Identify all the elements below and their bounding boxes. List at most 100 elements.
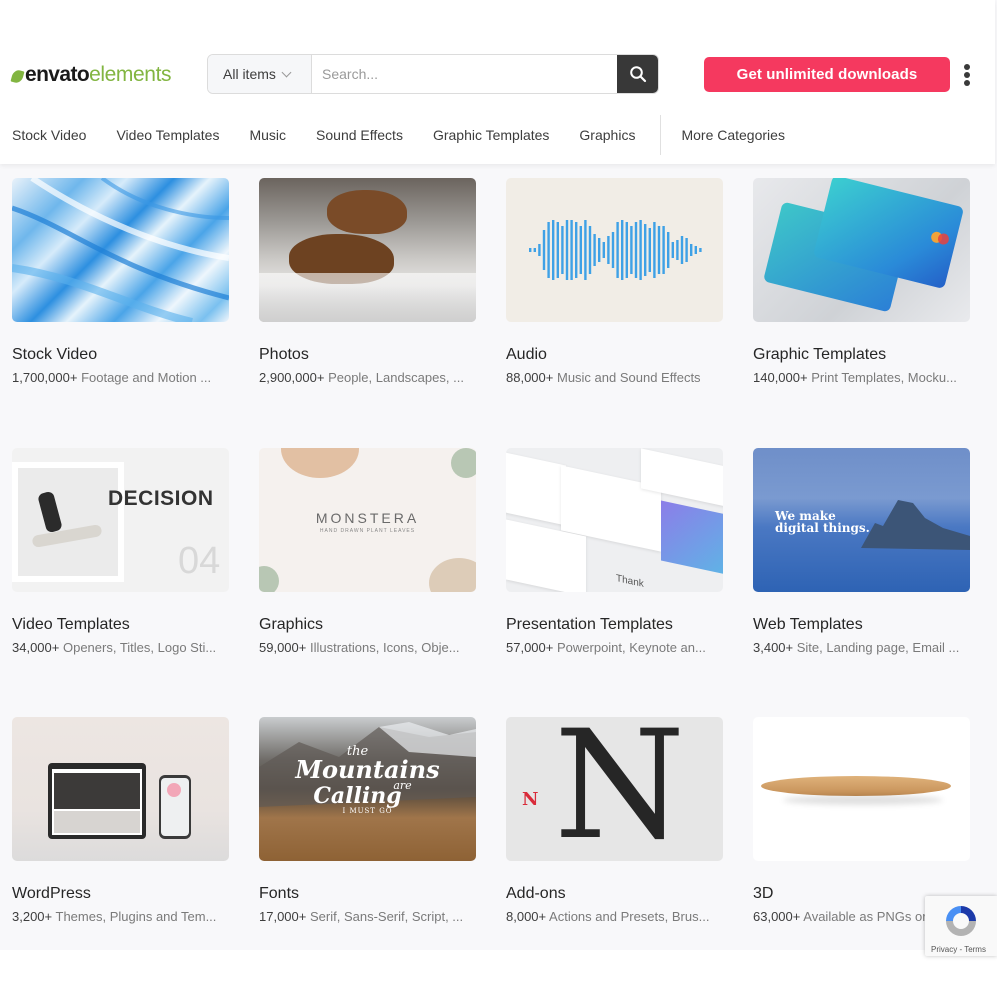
category-card-web-templates[interactable]: We make digital things. Web Templates 3,… (753, 448, 970, 655)
waveform-bar (625, 222, 628, 278)
waveform-bar (615, 222, 619, 278)
nav-item-graphics[interactable]: Graphics (579, 127, 635, 143)
waveform-bar (583, 220, 587, 280)
decor-circle (429, 558, 476, 592)
waterfall-foam (259, 273, 476, 322)
monstera-subtitle: HAND DRAWN PLANT LEAVES (319, 528, 416, 534)
card-title[interactable]: Photos (259, 346, 309, 364)
category-card-presentation-templates[interactable]: Thank Presentation Templates 57,000+ Pow… (506, 448, 723, 655)
waveform-bar (606, 236, 610, 264)
card-description: 34,000+ Openers, Titles, Logo Sti... (12, 640, 232, 655)
category-card-video-templates[interactable]: DECISION 04 Video Templates 34,000+ Open… (12, 448, 229, 655)
waveform-bar (542, 230, 545, 270)
photos-thumbnail[interactable] (259, 178, 476, 322)
search-bar: All items (207, 54, 659, 94)
logo-word-elements: elements (89, 63, 172, 86)
waveform-bar (643, 224, 646, 276)
search-button[interactable] (617, 55, 658, 93)
fonts-thumbnail[interactable]: the Mountains are Calling I MUST GO (259, 717, 476, 861)
nav-item-stock-video[interactable]: Stock Video (12, 127, 86, 143)
nav-item-more-categories[interactable]: More Categories (681, 127, 785, 143)
card-title[interactable]: Web Templates (753, 616, 863, 634)
item-count: 59,000+ (259, 640, 307, 655)
waveform-bar (671, 242, 674, 258)
category-card-graphics[interactable]: MONSTERA HAND DRAWN PLANT LEAVES Graphic… (259, 448, 476, 655)
item-count: 63,000+ (753, 909, 801, 924)
search-input[interactable] (312, 55, 617, 93)
category-card-photos[interactable]: Photos 2,900,000+ People, Landscapes, ..… (259, 178, 476, 385)
nav-item-sound-effects[interactable]: Sound Effects (316, 127, 403, 143)
category-card-graphic-templates[interactable]: Graphic Templates 140,000+ Print Templat… (753, 178, 970, 385)
category-card-3d[interactable]: 3D 63,000+ Available as PNGs or... (753, 717, 970, 924)
card-title[interactable]: Add-ons (506, 885, 566, 903)
waveform-bar (560, 226, 564, 274)
monstera-title: MONSTERA (315, 510, 420, 526)
3d-thumbnail[interactable] (753, 717, 970, 861)
waveform-bar (588, 226, 591, 274)
waveform-bar (551, 220, 554, 280)
card-title[interactable]: Graphic Templates (753, 346, 886, 364)
nav-item-graphic-templates[interactable]: Graphic Templates (433, 127, 549, 143)
card-title[interactable]: Presentation Templates (506, 616, 673, 634)
waveform-bar (556, 222, 559, 278)
card-subtitle: Serif, Sans-Serif, Script, ... (309, 909, 464, 924)
photo-frame (12, 462, 124, 582)
waveform-bar (611, 232, 614, 268)
wordpress-thumbnail[interactable] (12, 717, 229, 861)
chevron-down-icon (281, 67, 292, 77)
card-description: 3,400+ Site, Landing page, Email ... (753, 640, 973, 655)
item-count: 3,400+ (753, 640, 794, 655)
recaptcha-badge[interactable]: Privacy - Terms (925, 896, 997, 956)
card-title[interactable]: Video Templates (12, 616, 130, 634)
category-card-add-ons[interactable]: N N Add-ons 8,000+ Actions and Presets, … (506, 717, 723, 924)
search-scope-dropdown[interactable]: All items (208, 55, 312, 93)
category-card-wordpress[interactable]: WordPress 3,200+ Themes, Plugins and Tem… (12, 717, 229, 924)
category-card-fonts[interactable]: the Mountains are Calling I MUST GO Font… (259, 717, 476, 924)
card-subtitle: Site, Landing page, Email ... (796, 640, 960, 655)
card-description: 2,900,000+ People, Landscapes, ... (259, 370, 479, 385)
waveform-bar (675, 240, 679, 260)
card-title[interactable]: WordPress (12, 885, 91, 903)
card-title[interactable]: Stock Video (12, 346, 97, 364)
decor-circle (451, 448, 476, 478)
graphics-thumbnail[interactable]: MONSTERA HAND DRAWN PLANT LEAVES (259, 448, 476, 592)
waveform-bar (537, 244, 541, 256)
recaptcha-links[interactable]: Privacy - Terms (931, 945, 986, 954)
marble-pattern (12, 178, 229, 322)
card-title[interactable]: Fonts (259, 885, 299, 903)
card-title[interactable]: Audio (506, 346, 547, 364)
waveform-bar (602, 242, 605, 258)
decor-circle (259, 566, 279, 592)
waveform-bar (634, 222, 637, 278)
add-ons-thumbnail[interactable]: N N (506, 717, 723, 861)
decor-circle (281, 448, 359, 478)
bear-image (327, 190, 407, 234)
card-description: 1,700,000+ Footage and Motion ... (12, 370, 232, 385)
presentation-templates-thumbnail[interactable]: Thank (506, 448, 723, 592)
card-subtitle: Print Templates, Mocku... (811, 370, 957, 385)
graphic-templates-thumbnail[interactable] (753, 178, 970, 322)
card-subtitle: Actions and Presets, Brus... (549, 909, 710, 924)
item-count: 1,700,000+ (12, 370, 78, 385)
envato-elements-logo[interactable]: envato elements (10, 62, 172, 88)
waveform-bar (666, 232, 669, 268)
card-title[interactable]: 3D (753, 885, 773, 903)
nav-item-video-templates[interactable]: Video Templates (116, 127, 219, 143)
category-card-stock-video[interactable]: Stock Video 1,700,000+ Footage and Motio… (12, 178, 229, 385)
waveform-bar (657, 226, 660, 274)
recaptcha-icon (946, 906, 976, 936)
nav-item-music[interactable]: Music (249, 127, 286, 143)
thank-you-text: Thank (616, 573, 644, 590)
item-count: 2,900,000+ (259, 370, 325, 385)
stock-video-thumbnail[interactable] (12, 178, 229, 322)
audio-thumbnail[interactable] (506, 178, 723, 322)
web-templates-thumbnail[interactable]: We make digital things. (753, 448, 970, 592)
get-unlimited-downloads-button[interactable]: Get unlimited downloads (704, 57, 950, 92)
waveform-bar (652, 222, 656, 278)
card-title[interactable]: Graphics (259, 616, 323, 634)
category-card-audio[interactable]: Audio 88,000+ Music and Sound Effects (506, 178, 723, 385)
more-options-icon[interactable] (960, 62, 974, 88)
waveform-bar (565, 220, 568, 280)
card-description: 88,000+ Music and Sound Effects (506, 370, 726, 385)
video-templates-thumbnail[interactable]: DECISION 04 (12, 448, 229, 592)
